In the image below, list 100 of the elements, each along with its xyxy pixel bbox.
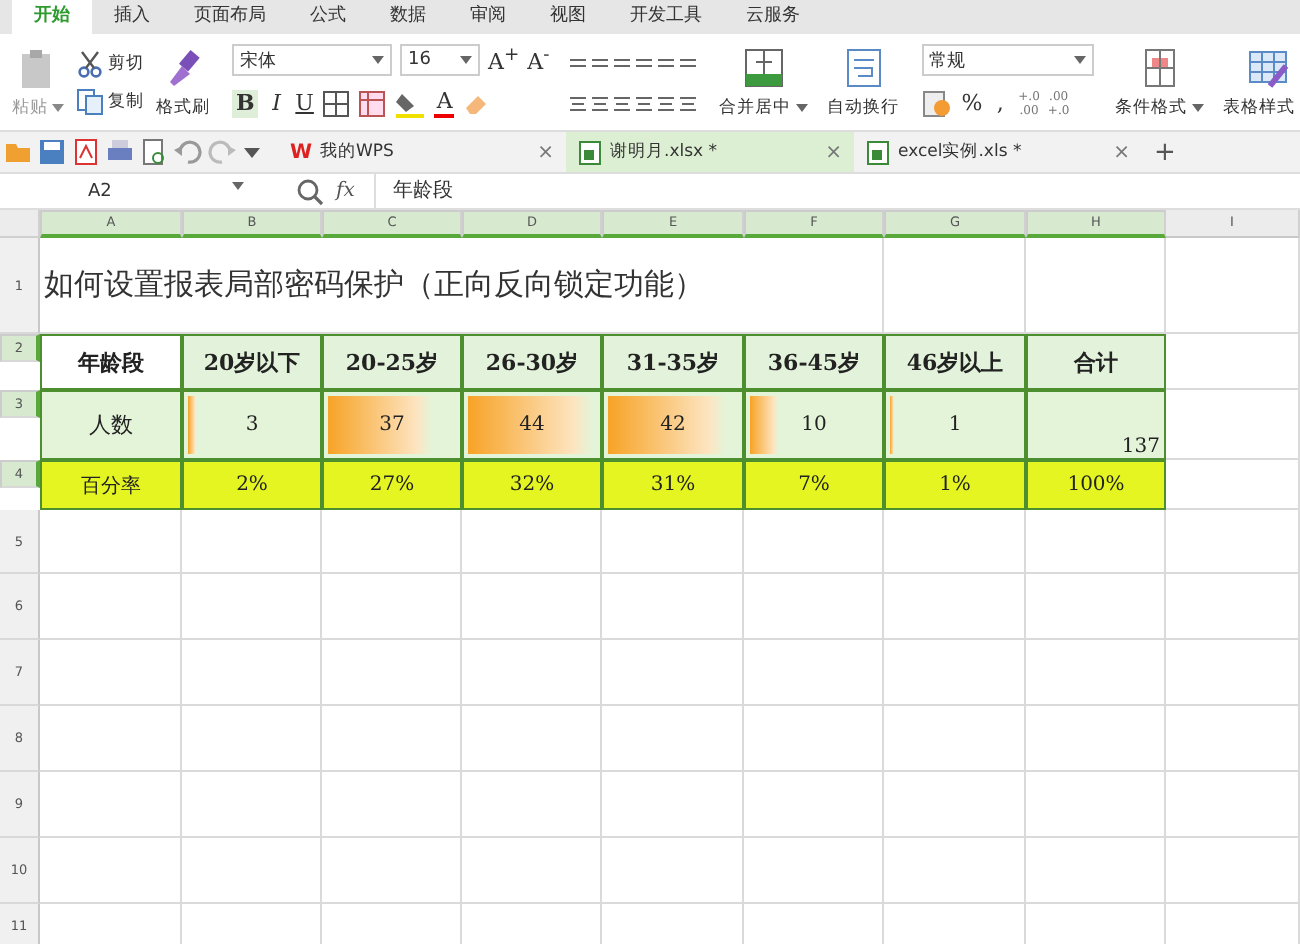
empty-cell bbox=[322, 640, 462, 706]
underline-button[interactable]: U bbox=[294, 90, 315, 118]
empty-cell bbox=[322, 772, 462, 838]
copy-icon bbox=[76, 87, 104, 115]
empty-cell bbox=[602, 772, 744, 838]
menu-tab[interactable]: 云服务 bbox=[724, 0, 822, 34]
empty-cell bbox=[322, 510, 462, 574]
merge-center-label: 合并居中 bbox=[719, 95, 792, 119]
menu-tab[interactable]: 开发工具 bbox=[608, 0, 724, 34]
empty-cell bbox=[182, 838, 322, 904]
cell-style-icon[interactable] bbox=[358, 90, 387, 118]
caret-icon bbox=[460, 56, 472, 64]
conditional-format-button[interactable]: 条件格式 bbox=[1109, 45, 1210, 119]
save-icon[interactable] bbox=[38, 138, 66, 166]
menu-tab[interactable]: 插入 bbox=[92, 0, 172, 34]
font-name-dropdown[interactable]: 宋体 bbox=[232, 44, 392, 76]
empty-cell bbox=[462, 574, 602, 640]
pdf-icon[interactable] bbox=[72, 138, 100, 166]
print-icon[interactable] bbox=[106, 138, 134, 166]
table-cell: 合计 bbox=[1026, 334, 1166, 390]
caret-icon bbox=[795, 103, 808, 111]
empty-cell bbox=[1026, 772, 1166, 838]
empty-cell bbox=[744, 706, 884, 772]
wrap-text-icon bbox=[841, 45, 886, 89]
new-tab-button[interactable]: + bbox=[1142, 137, 1188, 167]
close-icon[interactable]: × bbox=[1113, 141, 1130, 163]
empty-cell bbox=[322, 574, 462, 640]
caret-icon bbox=[1191, 103, 1204, 111]
empty-cell bbox=[1026, 838, 1166, 904]
close-icon[interactable]: × bbox=[825, 141, 842, 163]
borders-icon[interactable] bbox=[322, 90, 351, 118]
empty-cell bbox=[744, 838, 884, 904]
cut-button[interactable]: 剪切 bbox=[76, 49, 144, 77]
merge-cells-icon bbox=[741, 45, 786, 89]
table-cell: 31-35岁 bbox=[602, 334, 744, 390]
name-box[interactable]: A2 bbox=[0, 181, 256, 201]
table-style-button[interactable]: 表格样式 bbox=[1217, 45, 1300, 119]
number-format-dropdown[interactable]: 常规 bbox=[921, 44, 1094, 76]
print-preview-icon[interactable] bbox=[140, 138, 168, 166]
grow-font-button[interactable]: A$^{+}$ bbox=[488, 42, 520, 78]
table-cell: 7% bbox=[744, 460, 884, 510]
table-style-label: 表格样式 bbox=[1223, 95, 1296, 119]
table-cell: 人数 bbox=[40, 390, 182, 460]
spreadsheet-file-icon bbox=[866, 139, 890, 165]
document-tab[interactable]: excel实例.xls * × bbox=[854, 132, 1142, 172]
number-format-value: 常规 bbox=[929, 49, 966, 73]
wrap-text-button[interactable]: 自动换行 bbox=[821, 45, 906, 119]
table-cell: 20岁以下 bbox=[182, 334, 322, 390]
empty-cell bbox=[602, 640, 744, 706]
currency-icon[interactable] bbox=[921, 90, 954, 118]
menu-tab[interactable]: 审阅 bbox=[448, 0, 528, 34]
menu-tab[interactable]: 开始 bbox=[12, 0, 92, 34]
menu-tab[interactable]: 公式 bbox=[288, 0, 368, 34]
empty-cell bbox=[1026, 640, 1166, 706]
undo-icon[interactable] bbox=[174, 138, 202, 166]
copy-button[interactable]: 复制 bbox=[76, 87, 144, 115]
empty-cell bbox=[182, 772, 322, 838]
fill-color-icon[interactable] bbox=[394, 90, 427, 118]
table-cell: 36-45岁 bbox=[744, 334, 884, 390]
empty-cell bbox=[1166, 838, 1300, 904]
table-cell: 年龄段 bbox=[40, 334, 182, 390]
merge-center-button[interactable]: 合并居中 bbox=[713, 45, 814, 119]
empty-cell bbox=[462, 838, 602, 904]
table-cell: 2% bbox=[182, 460, 322, 510]
table-cell: 37 bbox=[322, 390, 462, 460]
empty-cell bbox=[602, 706, 744, 772]
font-size-dropdown[interactable]: 16 bbox=[400, 44, 480, 76]
empty-cell bbox=[884, 640, 1026, 706]
empty-cell bbox=[1166, 772, 1300, 838]
table-cell: 3 bbox=[182, 390, 322, 460]
function-button[interactable]: fx bbox=[336, 180, 355, 202]
empty-cell bbox=[744, 640, 884, 706]
table-cell: 46岁以上 bbox=[884, 334, 1026, 390]
caret-icon bbox=[232, 181, 244, 189]
app-logo: W bbox=[290, 141, 313, 163]
table-cell: 百分率 bbox=[40, 460, 182, 510]
italic-button[interactable]: I bbox=[266, 90, 287, 118]
empty-cell bbox=[182, 510, 322, 574]
percent-button[interactable]: % bbox=[961, 90, 983, 118]
formula-input[interactable]: 年龄段 bbox=[374, 174, 1300, 208]
document-tab[interactable]: 谢明月.xlsx * × bbox=[566, 132, 854, 172]
empty-cell bbox=[602, 838, 744, 904]
bold-button[interactable]: B bbox=[232, 90, 259, 118]
empty-cell bbox=[1166, 238, 1300, 334]
document-tab[interactable]: W 我的WPS × bbox=[278, 132, 566, 172]
menu-tab[interactable]: 页面布局 bbox=[172, 0, 288, 34]
cell-reference: A2 bbox=[88, 181, 112, 201]
table-cell: 26-30岁 bbox=[462, 334, 602, 390]
font-color-button[interactable]: A bbox=[434, 90, 455, 118]
thousands-separator-button[interactable]: , bbox=[990, 90, 1011, 118]
menu-tab[interactable]: 视图 bbox=[528, 0, 608, 34]
menu-tab[interactable]: 数据 bbox=[368, 0, 448, 34]
format-painter-button[interactable]: 格式刷 bbox=[150, 45, 216, 119]
search-icon[interactable] bbox=[296, 177, 324, 205]
empty-cell bbox=[744, 510, 884, 574]
caret-icon bbox=[1073, 56, 1086, 64]
spreadsheet-file-icon bbox=[578, 139, 602, 165]
shrink-font-button[interactable]: A$^{-}$ bbox=[527, 42, 550, 78]
font-size-value: 16 bbox=[408, 50, 431, 70]
close-icon[interactable]: × bbox=[537, 141, 554, 163]
